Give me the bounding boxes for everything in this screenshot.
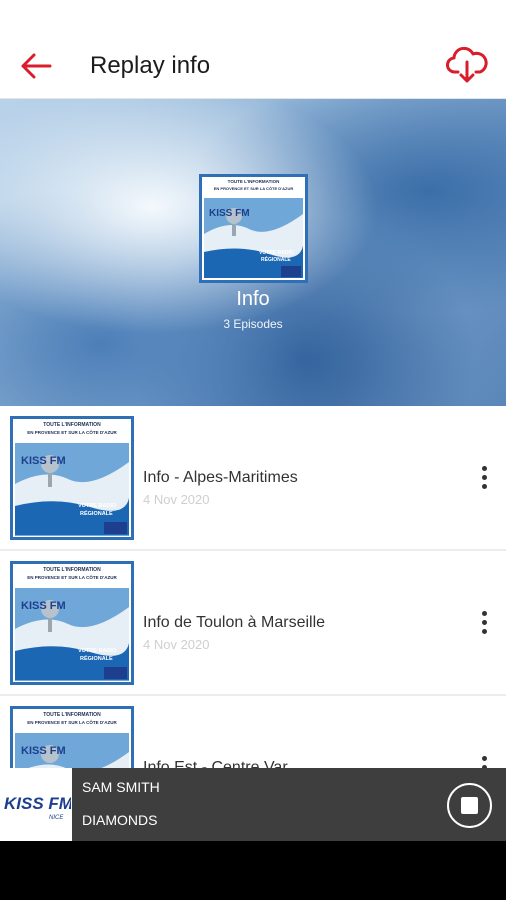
mini-player[interactable]: KISS FM NICE SAM SMITH DIAMONDS	[0, 768, 506, 841]
more-vert-icon	[481, 610, 487, 616]
now-playing-artist: SAM SMITH	[82, 779, 160, 795]
back-button[interactable]	[16, 46, 56, 86]
cover-headline-2: EN PROVENCE ET SUR LA CÔTE D'AZUR	[27, 428, 117, 435]
episode-thumbnail: TOUTE L'INFORMATION EN PROVENCE ET SUR L…	[10, 561, 134, 685]
cover-headline-1: TOUTE L'INFORMATION	[228, 179, 280, 184]
cover-headline-2: EN PROVENCE ET SUR LA CÔTE D'AZUR	[214, 186, 294, 191]
cover-tagline-2: RÉGIONALE	[80, 654, 113, 662]
episode-thumbnail: TOUTE L'INFORMATION EN PROVENCE ET SUR L…	[10, 416, 134, 540]
more-vert-icon	[481, 465, 487, 471]
episode-date: 4 Nov 2020	[143, 637, 210, 652]
episode-row[interactable]: TOUTE L'INFORMATION EN PROVENCE ET SUR L…	[0, 406, 506, 551]
station-logo-text: KISS FM	[4, 794, 71, 813]
cover-tagline-2: RÉGIONALE	[261, 255, 291, 263]
podcast-name: Info	[236, 288, 270, 310]
stop-icon	[461, 797, 478, 814]
episode-date: 4 Nov 2020	[143, 492, 210, 507]
station-logo: KISS FM NICE	[0, 768, 72, 841]
cover-brand: KISS FM	[209, 208, 250, 219]
podcast-header: TOUTE L'INFORMATION EN PROVENCE ET SUR L…	[0, 99, 506, 406]
cover-headline-1: TOUTE L'INFORMATION	[43, 712, 101, 718]
episode-title: Info de Toulon à Marseille	[143, 614, 326, 631]
arrow-left-icon	[21, 53, 52, 79]
cloud-download-icon	[446, 46, 488, 83]
page-title: Replay info	[90, 52, 211, 79]
podcast-cover-image: TOUTE L'INFORMATION EN PROVENCE ET SUR L…	[199, 174, 308, 283]
cover-headline-2: EN PROVENCE ET SUR LA CÔTE D'AZUR	[27, 573, 117, 580]
episode-count: 3 Episodes	[223, 317, 283, 331]
cover-headline-2: EN PROVENCE ET SUR LA CÔTE D'AZUR	[27, 718, 117, 725]
cover-brand: KISS FM	[21, 600, 66, 612]
app-bar: Replay info	[0, 0, 506, 99]
more-options-button[interactable]	[470, 606, 498, 638]
cover-tagline-1: VOTRE RADIO	[78, 648, 117, 654]
download-button[interactable]	[444, 42, 490, 88]
kiss-fm-logo: KISS FM NICE	[4, 794, 71, 821]
cover-tagline-1: VOTRE RADIO	[259, 250, 294, 256]
cover-brand: KISS FM	[21, 745, 66, 757]
station-city: NICE	[49, 815, 64, 821]
stop-button[interactable]	[447, 783, 492, 828]
cover-headline-1: TOUTE L'INFORMATION	[43, 422, 101, 428]
cover-brand: KISS FM	[21, 455, 66, 467]
cover-tagline-2: RÉGIONALE	[80, 509, 113, 517]
episode-title: Info - Alpes-Maritimes	[143, 469, 298, 486]
cover-headline-1: TOUTE L'INFORMATION	[43, 567, 101, 573]
cover-tagline-1: VOTRE RADIO	[78, 503, 117, 509]
episode-row[interactable]: TOUTE L'INFORMATION EN PROVENCE ET SUR L…	[0, 551, 506, 696]
more-vert-icon	[481, 755, 487, 761]
now-playing-song: DIAMONDS	[82, 812, 158, 828]
more-options-button[interactable]	[470, 461, 498, 493]
system-navigation-bar	[0, 841, 506, 900]
